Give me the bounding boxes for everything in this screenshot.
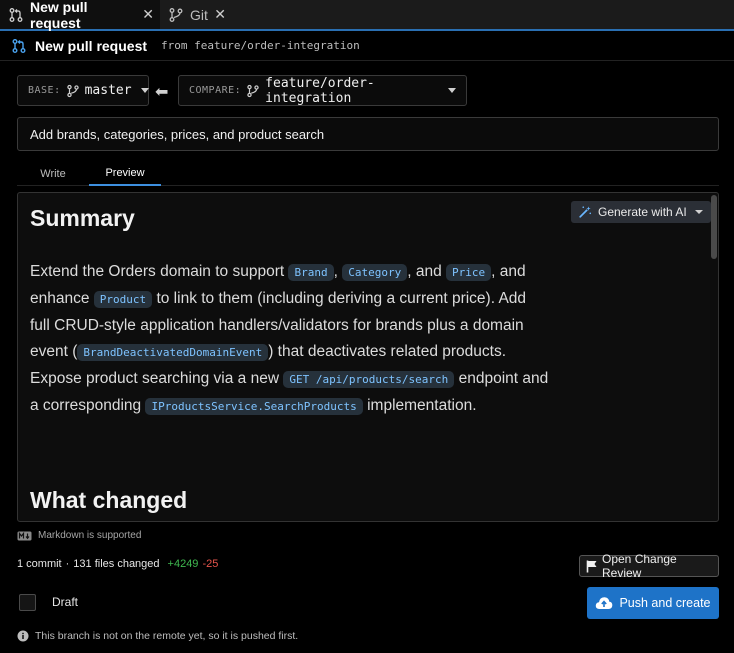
pull-request-icon xyxy=(8,7,24,23)
remote-info-text: This branch is not on the remote yet, so… xyxy=(35,630,299,642)
compare-branch-dropdown[interactable]: COMPARE: feature/order-integration xyxy=(178,75,467,106)
branch-icon xyxy=(66,84,80,98)
magic-wand-icon xyxy=(578,205,592,219)
description-preview[interactable]: Summary Generate with AI Extend the Orde… xyxy=(17,192,719,522)
code-token: IProductsService.SearchProducts xyxy=(145,398,363,415)
git-branch-icon xyxy=(168,7,184,23)
pr-title-input[interactable] xyxy=(17,117,719,151)
base-label: BASE: xyxy=(28,85,61,96)
additions-count: +4249 xyxy=(167,558,199,570)
markdown-icon xyxy=(17,531,32,541)
summary-paragraph: Extend the Orders domain to support Bran… xyxy=(30,263,549,415)
deletions-count: -25 xyxy=(202,558,219,570)
tab-write[interactable]: Write xyxy=(17,162,89,186)
chevron-down-icon xyxy=(694,210,703,214)
code-token: Category xyxy=(342,264,408,281)
compare-label: COMPARE: xyxy=(189,85,242,96)
close-icon[interactable]: ✕ xyxy=(214,6,226,23)
info-icon xyxy=(17,630,29,642)
generate-with-ai-button[interactable]: Generate with AI xyxy=(571,201,711,223)
push-and-create-button[interactable]: Push and create xyxy=(587,587,719,619)
push-and-create-label: Push and create xyxy=(619,596,711,610)
tab-preview[interactable]: Preview xyxy=(89,162,161,186)
preview-heading-what-changed: What changed xyxy=(30,487,188,513)
pull-request-icon xyxy=(11,38,27,54)
source-branch-text: from feature/order-integration xyxy=(161,39,360,52)
code-token: Product xyxy=(93,291,153,308)
tab-label: New pull request xyxy=(30,0,88,31)
files-changed: 131 files changed xyxy=(73,558,160,570)
code-token: Price xyxy=(446,264,492,281)
markdown-note: Markdown is supported xyxy=(17,530,141,541)
change-stats: 1 commit · 131 files changed +4249 -25 xyxy=(17,558,218,570)
remote-info: This branch is not on the remote yet, so… xyxy=(17,630,298,642)
draft-checkbox[interactable] xyxy=(19,594,36,611)
code-token: Brand xyxy=(288,264,334,281)
chevron-down-icon xyxy=(448,88,456,93)
chevron-down-icon xyxy=(140,88,149,93)
draft-label[interactable]: Draft xyxy=(52,595,78,609)
tab-new-pull-request[interactable]: New pull request ✕ xyxy=(0,0,160,31)
preview-heading-summary: Summary xyxy=(30,205,135,231)
code-token: GET /api/products/search xyxy=(283,371,455,388)
close-icon[interactable]: ✕ xyxy=(142,6,154,23)
branch-icon xyxy=(246,84,260,98)
editor-mode-tabs: Write Preview xyxy=(17,162,719,186)
open-change-review-label: Open Change Review xyxy=(602,552,677,580)
preview-scrollbar[interactable] xyxy=(711,195,717,259)
page-title: New pull request xyxy=(35,37,148,54)
commit-count: 1 commit xyxy=(17,558,62,570)
tab-git[interactable]: Git ✕ xyxy=(160,0,232,29)
editor-tab-bar: New pull request ✕ Git ✕ xyxy=(0,0,734,31)
generate-label: Generate with AI xyxy=(598,205,687,219)
page-header: New pull request from feature/order-inte… xyxy=(0,31,734,61)
open-change-review-button[interactable]: Open Change Review xyxy=(579,552,719,580)
compare-branch-value: feature/order-integration xyxy=(265,75,375,106)
base-branch-dropdown[interactable]: BASE: master xyxy=(17,75,149,106)
code-token: BrandDeactivatedDomainEvent xyxy=(77,344,269,361)
cloud-upload-icon xyxy=(595,596,613,610)
markdown-note-text: Markdown is supported xyxy=(38,530,142,541)
tab-label: Git xyxy=(190,6,208,23)
base-branch-value: master xyxy=(84,83,132,98)
flag-icon xyxy=(586,560,598,573)
stats-separator: · xyxy=(65,558,70,570)
arrow-left-icon: ⬅ xyxy=(155,84,169,101)
